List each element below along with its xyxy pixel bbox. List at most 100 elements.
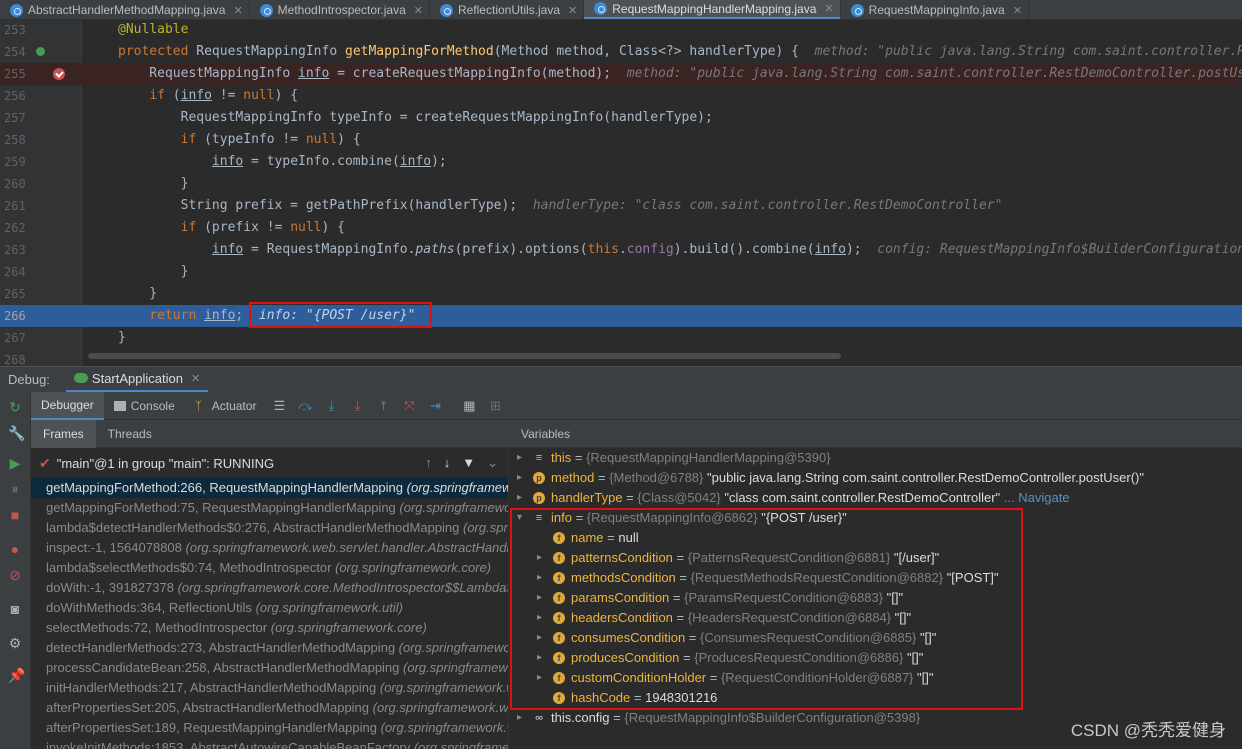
variable-name: method [551,470,595,485]
variable-row[interactable]: ▸ ≡ this = {RequestMappingHandlerMapping@5… [509,448,1242,468]
line-number[interactable]: 255 [4,63,30,85]
chevron-right-icon[interactable]: ▸ [517,468,522,488]
line-number[interactable]: 264 [4,261,30,283]
stack-frame[interactable]: lambda$detectHandlerMethods$0:276, Abstr… [31,518,508,538]
code-editor[interactable]: 253 @Nullable 254 protected RequestMappingI… [0,20,1242,366]
view-breakpoints-icon[interactable]: ● [8,542,22,556]
chevron-down-icon[interactable]: ⌄ [487,455,498,471]
code-line[interactable]: 258 if (typeInfo != null) { [0,129,1242,151]
editor-tab[interactable]: RequestMappingHandlerMapping.java ✕ [584,0,841,19]
settings-gear-icon[interactable]: ⚙ [8,636,22,650]
tab-actuator[interactable]: ᛉ Actuator [185,392,267,420]
stack-frame[interactable]: selectMethods:72, MethodIntrospector (or… [31,618,508,638]
line-number[interactable]: 260 [4,173,30,195]
trace-icon[interactable]: ⊞ [488,398,502,413]
thread-selector[interactable]: ✔ "main"@1 in group "main": RUNNING ↑ ↓ … [31,448,508,478]
line-number[interactable]: 268 [4,349,30,366]
code-line[interactable]: 266 return info; info: "{POST /user}" [0,305,1242,327]
line-number[interactable]: 254 [4,41,30,63]
stack-frame[interactable]: initHandlerMethods:217, AbstractHandlerM… [31,678,508,698]
code-line[interactable]: 261 String prefix = getPathPrefix(handle… [0,195,1242,217]
code-line[interactable]: 255 RequestMappingInfo info = createRequ… [0,63,1242,85]
code-line[interactable]: 262 if (prefix != null) { [0,217,1242,239]
editor-horizontal-scrollbar[interactable] [88,353,841,359]
step-over-icon[interactable]: ⤼ [298,398,313,413]
line-number[interactable]: 263 [4,239,30,261]
resume-icon[interactable]: ▶ [8,456,22,470]
stack-frame[interactable]: afterPropertiesSet:205, AbstractHandlerM… [31,698,508,718]
evaluate-expression-icon[interactable]: ▦ [462,398,476,413]
code-line[interactable]: 267} [0,327,1242,349]
force-step-into-icon[interactable]: ⤓ [350,398,364,413]
step-out-icon[interactable]: ⤒ [376,398,390,413]
stop-icon[interactable]: ■ [8,508,22,522]
close-icon[interactable]: ✕ [233,4,242,17]
run-to-cursor-icon[interactable]: ⇥ [428,398,442,413]
tab-console[interactable]: Console [104,392,185,420]
close-icon[interactable]: ✕ [414,4,423,17]
close-icon[interactable]: ✕ [191,372,200,385]
editor-tab[interactable]: AbstractHandlerMethodMapping.java ✕ [0,0,250,19]
line-number[interactable]: 266 [4,305,30,327]
arrow-down-icon[interactable]: ↓ [444,455,451,471]
tab-threads[interactable]: Threads [96,420,164,448]
code-line[interactable]: 263 info = RequestMappingInfo.paths(pref… [0,239,1242,261]
line-number[interactable]: 267 [4,327,30,349]
variable-row[interactable]: ▸ p method = {Method@6788} "public java.la… [509,468,1242,488]
stack-frame[interactable]: invokeInitMethods:1853, AbstractAutowire… [31,738,508,749]
pause-icon[interactable]: ⏸ [8,482,22,496]
stack-frame[interactable]: inspect:-1, 1564078808 (org.springframew… [31,538,508,558]
stack-frame[interactable]: afterPropertiesSet:189, RequestMappingHa… [31,718,508,738]
rerun-icon[interactable]: ↻ [8,400,22,414]
line-number[interactable]: 265 [4,283,30,305]
breakpoint-icon[interactable] [53,68,65,80]
line-number[interactable]: 258 [4,129,30,151]
code-line[interactable]: 265 } [0,283,1242,305]
code-line[interactable]: 260 } [0,173,1242,195]
chevron-right-icon[interactable]: ▸ [517,708,522,728]
code-line[interactable]: 259 info = typeInfo.combine(info); [0,151,1242,173]
java-class-icon [439,3,453,17]
implementing-method-icon[interactable] [36,47,45,56]
chevron-right-icon[interactable]: ▸ [517,448,522,468]
filter-icon[interactable]: ▼ [462,455,475,471]
arrow-up-icon[interactable]: ↑ [425,455,432,471]
stack-frame[interactable]: detectHandlerMethods:273, AbstractHandle… [31,638,508,658]
stack-frame[interactable]: doWithMethods:364, ReflectionUtils (org.… [31,598,508,618]
line-number[interactable]: 259 [4,151,30,173]
pin-icon[interactable]: 📌 [8,668,25,682]
code-line[interactable]: 254 protected RequestMappingInfo getMappi… [0,41,1242,63]
step-into-icon[interactable]: ⤓ [324,398,338,413]
code-line[interactable]: 264 } [0,261,1242,283]
close-icon[interactable]: ✕ [568,4,577,17]
variable-row[interactable]: ▸ p handlerType = {Class@5042} "class com.… [509,488,1242,508]
code-line[interactable]: 257 RequestMappingInfo typeInfo = create… [0,107,1242,129]
navigate-link[interactable]: ... Navigate [1004,490,1070,505]
stack-frame[interactable]: getMappingForMethod:266, RequestMappingH… [31,478,508,498]
editor-tab[interactable]: ReflectionUtils.java ✕ [430,0,585,19]
mute-breakpoints-icon[interactable]: ⊘ [8,568,22,582]
code-line[interactable]: 256 if (info != null) { [0,85,1242,107]
close-icon[interactable]: ✕ [824,2,833,15]
wrench-icon[interactable]: 🔧 [8,426,25,440]
run-config-tab[interactable]: StartApplication ✕ [65,367,209,393]
stack-frame[interactable]: processCandidateBean:258, AbstractHandle… [31,658,508,678]
tab-debugger[interactable]: Debugger [31,391,104,420]
stack-frame[interactable]: doWith:-1, 391827378 (org.springframewor… [31,578,508,598]
editor-tab[interactable]: MethodIntrospector.java ✕ [250,0,430,19]
chevron-right-icon[interactable]: ▸ [517,488,522,508]
line-number[interactable]: 262 [4,217,30,239]
line-number[interactable]: 257 [4,107,30,129]
stack-frame[interactable]: getMappingForMethod:75, RequestMappingHa… [31,498,508,518]
line-number[interactable]: 261 [4,195,30,217]
close-icon[interactable]: ✕ [1013,4,1022,17]
tab-frames[interactable]: Frames [31,419,96,448]
line-number[interactable]: 256 [4,85,30,107]
stack-frame[interactable]: lambda$selectMethods$0:74, MethodIntrosp… [31,558,508,578]
editor-tab[interactable]: RequestMappingInfo.java ✕ [841,0,1029,19]
line-number[interactable]: 253 [4,20,30,41]
code-line[interactable]: 253 @Nullable [0,20,1242,41]
camera-icon[interactable]: ◙ [8,602,22,616]
drop-frame-icon[interactable]: ⤧ [402,398,416,413]
menu-lines-icon[interactable]: ☰ [272,398,286,413]
